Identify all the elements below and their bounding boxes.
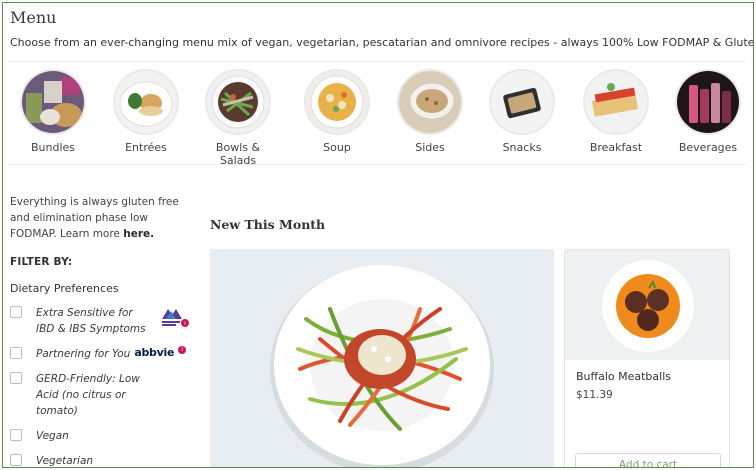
product-name: Buffalo Meatballs bbox=[576, 370, 671, 383]
buffalo-meatballs-photo-icon bbox=[565, 250, 729, 360]
category-sides[interactable]: Sides bbox=[390, 71, 470, 154]
add-to-cart-button[interactable]: Add to cart bbox=[575, 453, 721, 467]
filter-label: Vegan bbox=[36, 430, 69, 442]
filter-label: Extra Sensitive for IBD & IBS Symptoms bbox=[36, 307, 146, 335]
category-beverages[interactable]: Beverages bbox=[668, 71, 748, 154]
category-breakfast[interactable]: Breakfast bbox=[576, 71, 656, 154]
filter-label: GERD-Friendly: Low Acid (no citrus or to… bbox=[36, 373, 140, 417]
category-label: Breakfast bbox=[589, 141, 643, 154]
category-label: Bowls & Salads bbox=[215, 141, 261, 167]
category-label: Entrées bbox=[125, 141, 167, 154]
mount-sinai-logo-icon: i bbox=[160, 305, 190, 332]
category-label: Bundles bbox=[30, 141, 76, 154]
svg-text:i: i bbox=[184, 321, 185, 327]
dietary-preferences-heading: Dietary Preferences bbox=[10, 282, 119, 295]
checkbox[interactable] bbox=[10, 454, 22, 466]
section-title: New This Month bbox=[210, 217, 326, 232]
category-bowls-salads[interactable]: Bowls & Salads bbox=[198, 71, 278, 167]
filter-gerd-friendly[interactable]: GERD-Friendly: Low Acid (no citrus or to… bbox=[10, 371, 190, 419]
page-title: Menu bbox=[10, 8, 57, 27]
zucchini-noodles-photo-icon bbox=[210, 249, 554, 467]
filter-list: Extra Sensitive for IBD & IBS Symptoms i… bbox=[10, 305, 190, 467]
product-card[interactable]: Buffalo Meatballs $11.39 Add to cart bbox=[564, 249, 730, 467]
featured-product-card[interactable] bbox=[210, 249, 554, 467]
category-label: Soup bbox=[323, 141, 351, 154]
category-snacks[interactable]: Snacks bbox=[482, 71, 562, 154]
category-entrees[interactable]: Entrées bbox=[106, 71, 186, 154]
filter-ibd-ibs[interactable]: Extra Sensitive for IBD & IBS Symptoms i bbox=[10, 305, 190, 337]
category-label: Sides bbox=[415, 141, 445, 154]
category-strip: Bundles Entrées Bowls & Salads Soup Side… bbox=[8, 61, 748, 167]
bundles-thumb-icon bbox=[22, 71, 84, 133]
checkbox[interactable] bbox=[10, 372, 22, 384]
breakfast-thumb-icon bbox=[585, 71, 647, 133]
bowls-salads-thumb-icon bbox=[207, 71, 269, 133]
filter-vegetarian[interactable]: Vegetarian bbox=[10, 453, 190, 467]
soup-thumb-icon bbox=[306, 71, 368, 133]
checkbox[interactable] bbox=[10, 306, 22, 318]
gluten-free-note: Everything is always gluten free and eli… bbox=[10, 194, 190, 242]
abbvie-logo-icon: abbvie bbox=[134, 346, 175, 359]
filter-vegan[interactable]: Vegan bbox=[10, 428, 190, 444]
category-label: Snacks bbox=[502, 141, 542, 154]
category-label: Beverages bbox=[678, 141, 738, 154]
beverages-thumb-icon bbox=[677, 71, 739, 133]
category-soup[interactable]: Soup bbox=[297, 71, 377, 154]
filter-by-heading: FILTER BY: bbox=[10, 256, 73, 268]
category-bundles[interactable]: Bundles bbox=[13, 71, 93, 154]
filter-label: Partnering for You bbox=[36, 348, 131, 360]
filter-label: Vegetarian bbox=[36, 455, 94, 467]
product-price: $11.39 bbox=[576, 389, 613, 401]
learn-more-link[interactable]: here. bbox=[123, 228, 154, 240]
entrees-thumb-icon bbox=[115, 71, 177, 133]
sides-thumb-icon bbox=[399, 71, 461, 133]
checkbox[interactable] bbox=[10, 347, 22, 359]
menu-description: Choose from an ever-changing menu mix of… bbox=[10, 36, 754, 49]
filter-partnering-abbvie[interactable]: Partnering for You abbvie i bbox=[10, 346, 190, 362]
checkbox[interactable] bbox=[10, 429, 22, 441]
filter-sidebar: Everything is always gluten free and eli… bbox=[10, 194, 190, 467]
snacks-thumb-icon bbox=[491, 71, 553, 133]
info-icon[interactable]: i bbox=[178, 346, 187, 354]
page-frame: Menu Choose from an ever-changing menu m… bbox=[2, 2, 754, 468]
